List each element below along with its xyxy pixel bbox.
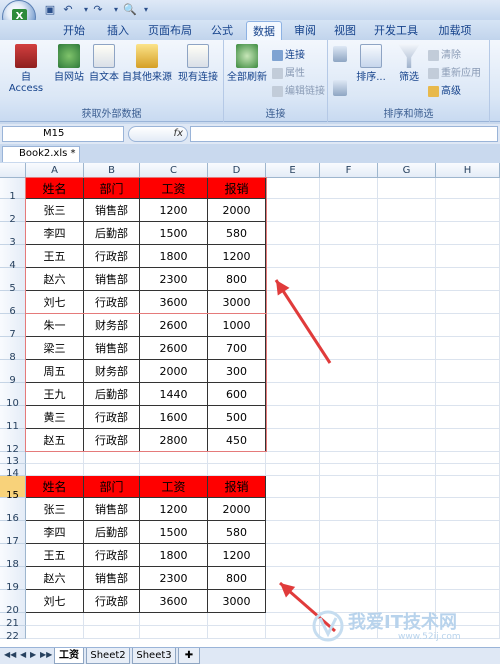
- from-other-sources-button[interactable]: 自其他来源: [122, 44, 172, 83]
- sort-ascending-button[interactable]: [332, 46, 348, 62]
- web-icon: [58, 44, 80, 68]
- redo-icon[interactable]: ↷: [90, 2, 106, 18]
- properties-button[interactable]: 属性: [272, 64, 305, 79]
- save-icon[interactable]: ▣: [42, 2, 58, 18]
- last-sheet-icon[interactable]: ▶▶: [40, 650, 52, 659]
- sheet-tab-bar: ◀◀ ◀ ▶ ▶▶ 工资 Sheet2 Sheet3 ✚: [0, 647, 500, 664]
- connections-button[interactable]: 连接: [272, 46, 305, 61]
- quick-access-toolbar: X ▣ ↶ ▾ ↷ ▾ 🔍 ▾: [0, 0, 500, 34]
- group-connections: 全部刷新 连接 属性 编辑链接 连接: [224, 40, 328, 122]
- from-text-label: 自文本: [89, 72, 119, 83]
- existing-connections-button[interactable]: 现有连接: [176, 44, 220, 83]
- reapply-label: 重新应用: [441, 68, 481, 79]
- filter-label: 筛选: [399, 72, 419, 83]
- insert-sheet-icon[interactable]: ✚: [178, 648, 200, 664]
- name-box[interactable]: M15: [2, 126, 124, 142]
- link-icon: [272, 49, 283, 61]
- sort-dialog-icon: [360, 44, 382, 68]
- connections-label: 连接: [285, 50, 305, 61]
- refresh-all-button[interactable]: 全部刷新: [226, 44, 268, 83]
- watermark-text: 我爱IT技术网: [348, 612, 457, 633]
- tab-review[interactable]: 审阅: [288, 21, 322, 40]
- clear-button[interactable]: 清除: [428, 46, 461, 61]
- tab-developer[interactable]: 开发工具: [368, 21, 424, 40]
- tab-insert[interactable]: 插入: [100, 21, 136, 40]
- formula-bar: M15 fx: [0, 124, 500, 144]
- document-tab-label: Book2.xls *: [19, 148, 76, 159]
- sheet-tab-sheet3[interactable]: Sheet3: [132, 648, 176, 664]
- customize-icon[interactable]: ▾: [138, 2, 154, 18]
- tab-formulas[interactable]: 公式: [204, 21, 240, 40]
- clear-icon: [428, 49, 439, 61]
- edit-links-label: 编辑链接: [285, 86, 325, 97]
- sort-az-icon: [333, 46, 347, 62]
- spreadsheet-grid[interactable]: A B C D E F G H 1 2 3 4 5 6 7 8 9 10 11 12 13 14 15 16 17 18 19 20 2…: [0, 163, 500, 647]
- from-text-button[interactable]: 自文本: [88, 44, 120, 83]
- next-sheet-icon[interactable]: ▶: [30, 650, 36, 659]
- sort-button[interactable]: 排序...: [352, 44, 390, 83]
- insert-function-button[interactable]: fx: [128, 126, 188, 142]
- watermark-url: www.52ij.com: [398, 632, 461, 642]
- from-access-button[interactable]: 自 Access: [4, 44, 48, 94]
- group-title-sort-filter: 排序和筛选: [383, 109, 434, 120]
- sort-descending-button[interactable]: [332, 80, 348, 96]
- sort-label: 排序...: [356, 72, 386, 83]
- group-sort-filter: 排序... 筛选 清除 重新应用 高级 排序和筛选: [328, 40, 490, 122]
- arrow-table1-shaft: [274, 279, 332, 364]
- annotation-arrows: [274, 279, 336, 633]
- prev-sheet-icon[interactable]: ◀: [20, 650, 26, 659]
- connections-file-icon: [187, 44, 209, 68]
- tab-data[interactable]: 数据: [246, 21, 282, 40]
- first-sheet-icon[interactable]: ◀◀: [4, 650, 16, 659]
- ribbon: 自 Access 自网站 自文本 自其他来源 现有连接 获取外部数据 全部刷新 …: [0, 40, 500, 122]
- from-access-label: 自 Access: [8, 72, 44, 94]
- tab-view[interactable]: 视图: [328, 21, 362, 40]
- watermark: 我爱IT技术网 www.52ij.com: [308, 604, 498, 646]
- edit-links-icon: [272, 85, 283, 97]
- advanced-filter-icon: [428, 85, 439, 97]
- sheet-tab-salary[interactable]: 工资: [54, 648, 84, 664]
- print-preview-icon[interactable]: 🔍: [122, 2, 138, 18]
- advanced-button[interactable]: 高级: [428, 82, 461, 97]
- reapply-button[interactable]: 重新应用: [428, 64, 481, 79]
- refresh-all-label: 全部刷新: [227, 72, 267, 83]
- filter-funnel-icon: [398, 44, 420, 68]
- advanced-label: 高级: [441, 86, 461, 97]
- group-title-external: 获取外部数据: [81, 109, 142, 120]
- from-other-label: 自其他来源: [122, 72, 172, 83]
- clear-label: 清除: [441, 50, 461, 61]
- arrow-table1-head: [276, 280, 290, 296]
- group-external-data: 自 Access 自网站 自文本 自其他来源 现有连接 获取外部数据: [0, 40, 224, 122]
- access-icon: [15, 44, 37, 68]
- undo-icon[interactable]: ↶: [60, 2, 76, 18]
- properties-label: 属性: [285, 68, 305, 79]
- tab-add-ins[interactable]: 加载项: [432, 21, 478, 40]
- edit-links-button[interactable]: 编辑链接: [272, 82, 325, 97]
- document-tabs: Book2.xls *: [0, 146, 500, 162]
- text-file-icon: [93, 44, 115, 68]
- from-web-button[interactable]: 自网站: [52, 44, 86, 83]
- sort-za-icon: [333, 80, 347, 96]
- formula-input[interactable]: [190, 126, 498, 142]
- ribbon-tabs: 开始 插入 页面布局 公式 数据 审阅 视图 开发工具 加载项: [0, 20, 500, 40]
- group-title-connections: 连接: [265, 109, 286, 120]
- refresh-icon: [236, 44, 258, 68]
- tab-page-layout[interactable]: 页面布局: [142, 21, 198, 40]
- filter-button[interactable]: 筛选: [394, 44, 424, 83]
- from-web-label: 自网站: [54, 72, 84, 83]
- sheet-tab-sheet2[interactable]: Sheet2: [86, 648, 130, 664]
- tab-home[interactable]: 开始: [56, 21, 92, 40]
- database-icon: [136, 44, 158, 68]
- document-tab-book2[interactable]: Book2.xls *: [2, 146, 80, 162]
- properties-icon: [272, 67, 283, 79]
- existing-connections-label: 现有连接: [178, 72, 218, 83]
- reapply-icon: [428, 67, 439, 79]
